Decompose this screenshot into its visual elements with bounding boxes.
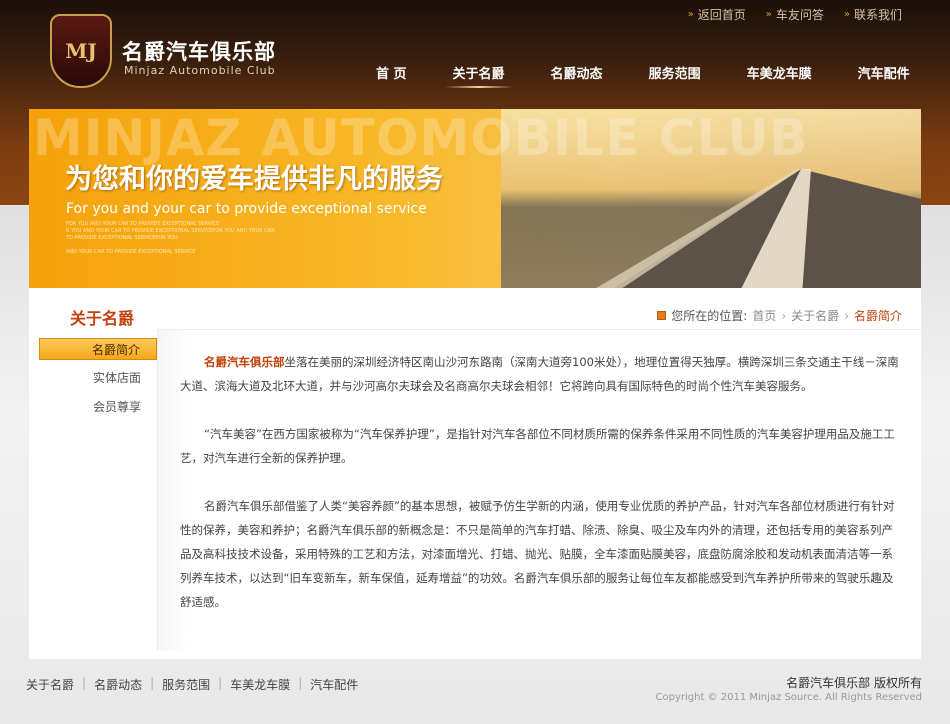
- footer-separator: |: [82, 676, 87, 690]
- copyright: Copyright © 2011 Minjaz Source. All Righ…: [655, 692, 922, 703]
- footer-link-news[interactable]: 名爵动态: [94, 676, 142, 693]
- logo-badge[interactable]: MJ: [50, 14, 112, 88]
- top-link-qa[interactable]: » 车友问答: [766, 6, 824, 23]
- double-arrow-icon: »: [765, 9, 772, 20]
- top-links: » 返回首页 » 车友问答 » 联系我们: [688, 6, 902, 23]
- banner-small-text: FOR YOU AND YOUR CAR TO PROVIDE EXCEPTIO…: [66, 221, 220, 227]
- nav-item-services[interactable]: 服务范围: [633, 66, 717, 88]
- logo-subtitle: Minjaz Automobile Club: [124, 64, 276, 77]
- nav-item-news[interactable]: 名爵动态: [535, 66, 619, 88]
- location-icon: [657, 311, 667, 320]
- footer-separator: |: [218, 676, 223, 690]
- footer-separator: |: [150, 676, 155, 690]
- logo-title: 名爵汽车俱乐部: [122, 40, 276, 64]
- footer-rights: 名爵汽车俱乐部 版权所有: [786, 676, 922, 690]
- breadcrumb-lead: 您所在的位置:: [671, 309, 748, 323]
- club-name-highlight: 名爵汽车俱乐部: [204, 355, 285, 369]
- footer-link-services[interactable]: 服务范围: [162, 676, 210, 693]
- nav-item-about[interactable]: 关于名爵: [437, 66, 521, 88]
- banner-small-text: R YOU AND YOUR CAR TO PROVIDE EXCEPTIONA…: [66, 228, 275, 234]
- top-link-contact[interactable]: » 联系我们: [844, 6, 902, 23]
- breadcrumb-current: 名爵简介: [853, 309, 902, 323]
- nav-item-film[interactable]: 车美龙车膜: [731, 66, 828, 88]
- banner-title: 为您和你的爱车提供非凡的服务: [65, 164, 443, 195]
- footer-links: 关于名爵 | 名爵动态 | 服务范围 | 车美龙车膜 | 汽车配件: [26, 676, 358, 693]
- section-title: 关于名爵: [70, 309, 135, 328]
- main-nav: 首 页 关于名爵 名爵动态 服务范围 车美龙车膜 汽车配件: [360, 66, 940, 88]
- nav-item-home[interactable]: 首 页: [360, 66, 423, 88]
- chevron-right-icon: ›: [844, 308, 849, 323]
- logo-badge-text: MJ: [65, 39, 97, 63]
- nav-item-parts[interactable]: 汽车配件: [842, 66, 926, 88]
- footer-separator: |: [298, 676, 303, 690]
- double-arrow-icon: »: [843, 9, 850, 20]
- footer-link-parts[interactable]: 汽车配件: [310, 676, 358, 693]
- footer-link-about[interactable]: 关于名爵: [26, 676, 74, 693]
- content-paragraph-1: 名爵汽车俱乐部坐落在美丽的深圳经济特区南山沙河东路南（深南大道旁100米处），地…: [180, 355, 899, 393]
- footer-link-film[interactable]: 车美龙车膜: [230, 676, 290, 693]
- chevron-right-icon: ›: [781, 308, 787, 323]
- content-paragraph-3: 名爵汽车俱乐部借鉴了人类“美容养颜”的基本思想，被赋予仿生学新的内涵，使用专业优…: [180, 499, 895, 609]
- hero-banner: MINJAZ AUTOMOBILE CLUB 为您和你的爱车提供非凡的服务 Fo…: [29, 109, 921, 288]
- sidebar: 名爵简介 实体店面 会员尊享: [39, 338, 157, 425]
- sidebar-item-stores[interactable]: 实体店面: [39, 367, 157, 389]
- road-image: [596, 169, 921, 288]
- banner-small-text: TO PROVIDE EXCEPTIONAL SERVICEFOR YOU: [66, 235, 178, 241]
- content-paragraph-2: “汽车美容”在西方国家被称为“汽车保养护理”，是指针对汽车各部位不同材质所需的保…: [180, 427, 895, 465]
- double-arrow-icon: »: [687, 9, 694, 20]
- sidebar-item-intro[interactable]: 名爵简介: [39, 338, 157, 360]
- banner-subtitle: For you and your car to provide exceptio…: [66, 201, 427, 217]
- breadcrumb-home[interactable]: 首页: [752, 307, 776, 324]
- banner-small-text: AND YOUR CAR TO PROVIDE EXCEPTIONAL SERV…: [66, 249, 196, 255]
- breadcrumb-about[interactable]: 关于名爵: [791, 307, 839, 324]
- top-link-home[interactable]: » 返回首页: [688, 6, 746, 23]
- breadcrumb: 您所在的位置: 首页 › 关于名爵 › 名爵简介: [657, 307, 902, 324]
- sidebar-item-members[interactable]: 会员尊享: [39, 396, 157, 418]
